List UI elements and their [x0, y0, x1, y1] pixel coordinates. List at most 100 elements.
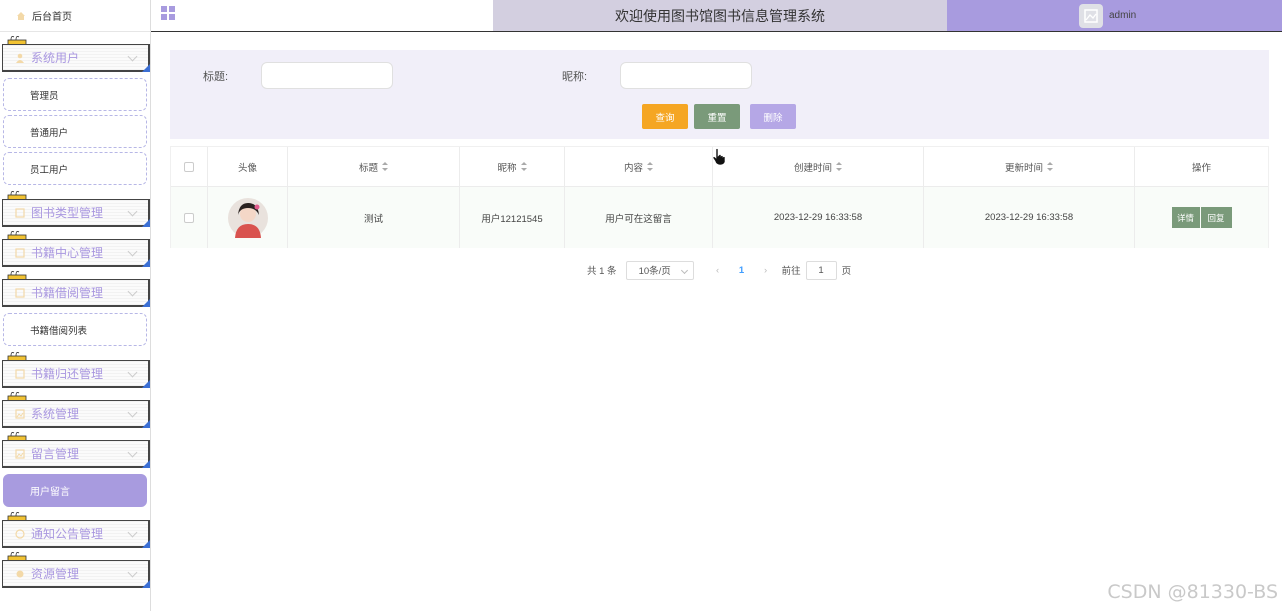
- column-header-content[interactable]: 内容: [565, 147, 713, 186]
- sort-icon[interactable]: [1047, 162, 1053, 171]
- cell-content: 用户可在这留言: [565, 187, 713, 248]
- sidebar-home-label: 后台首页: [32, 12, 72, 23]
- reply-button[interactable]: 回复: [1200, 207, 1232, 228]
- goto-suffix: 页: [841, 266, 852, 277]
- page-fold-icon: [142, 299, 150, 307]
- title-input[interactable]: [261, 62, 393, 89]
- reset-button[interactable]: 重置: [694, 104, 740, 129]
- sidebar-item-normal-users[interactable]: 普通用户: [3, 115, 147, 148]
- query-button[interactable]: 查询: [642, 104, 688, 129]
- select-all-cell: [171, 147, 208, 186]
- sort-icon[interactable]: [520, 162, 527, 171]
- current-page[interactable]: 1: [732, 265, 752, 276]
- sidebar-item-label: 书籍借阅列表: [30, 325, 88, 337]
- sidebar-item-label: 用户留言: [30, 487, 70, 498]
- chevron-down-icon: [127, 286, 138, 297]
- user-menu[interactable]: admin: [947, 0, 1282, 31]
- sidebar-item-label: 员工用户: [30, 164, 69, 176]
- menu-messages[interactable]: 留言管理: [2, 440, 150, 468]
- chevron-down-icon: [127, 246, 138, 257]
- book-icon: [15, 287, 25, 298]
- book-icon: [15, 247, 25, 258]
- row-checkbox[interactable]: [184, 212, 194, 223]
- goto-page-input[interactable]: 1: [805, 260, 837, 280]
- column-header-created[interactable]: 创建时间: [713, 147, 924, 186]
- sort-icon[interactable]: [382, 162, 388, 171]
- select-all-checkbox[interactable]: [184, 161, 194, 172]
- column-header-avatar: 头像: [208, 147, 288, 186]
- menu-system-users[interactable]: 系统用户: [2, 44, 150, 72]
- book-icon: [15, 368, 25, 379]
- search-panel: 标题: 昵称: 查询 重置 删除: [170, 50, 1269, 139]
- nickname-label: 昵称:: [562, 71, 588, 83]
- column-header-label: 头像: [237, 162, 257, 174]
- menu-book-center[interactable]: 书籍中心管理: [2, 239, 150, 267]
- chevron-down-icon: [127, 527, 138, 538]
- book-icon: [15, 207, 25, 218]
- column-header-label: 昵称: [497, 162, 517, 174]
- user-icon: [16, 53, 24, 63]
- cell-created: 2023-12-29 16:33:58: [713, 187, 924, 248]
- page-fold-icon: [142, 540, 150, 548]
- page-fold-icon: [142, 460, 150, 468]
- chevron-down-icon: [127, 447, 138, 458]
- menu-book-types[interactable]: 图书类型管理: [2, 199, 150, 227]
- image-icon: [15, 448, 25, 459]
- menu-resources[interactable]: 资源管理: [2, 560, 150, 588]
- menu-label: 系统管理: [31, 407, 80, 421]
- column-header-label: 标题: [358, 162, 378, 174]
- sort-icon[interactable]: [836, 162, 842, 171]
- chevron-down-icon: [127, 567, 138, 578]
- chevron-down-icon: [127, 51, 138, 62]
- chevron-down-icon: [127, 367, 138, 378]
- pagination: 共 1 条 10条/页 ‹ 1 › 前往 1 页: [587, 260, 851, 280]
- menu-label: 书籍归还管理: [31, 367, 104, 381]
- goto-prefix: 前往: [781, 266, 801, 277]
- page-fold-icon: [142, 259, 150, 267]
- hand-cursor-icon: [712, 148, 726, 166]
- column-header-updated[interactable]: 更新时间: [924, 147, 1135, 186]
- page-fold-icon: [142, 420, 150, 428]
- sort-icon[interactable]: [647, 162, 653, 171]
- detail-button[interactable]: 详情: [1171, 207, 1200, 228]
- actions-cell: 详情 回复: [1135, 187, 1268, 248]
- page-title-text: 欢迎使用图书馆图书信息管理系统: [615, 7, 825, 24]
- menu-system-management[interactable]: 系统管理: [2, 400, 150, 428]
- avatar[interactable]: [1079, 3, 1103, 28]
- menu-book-borrow[interactable]: 书籍借阅管理: [2, 279, 150, 307]
- cell-title: 测试: [288, 187, 460, 248]
- column-header-title[interactable]: 标题: [288, 147, 460, 186]
- next-page-icon[interactable]: ›: [752, 265, 780, 276]
- sidebar-item-borrow-list[interactable]: 书籍借阅列表: [3, 313, 147, 346]
- cell-updated: 2023-12-29 16:33:58: [924, 187, 1135, 248]
- gear-icon: [16, 570, 24, 577]
- sidebar-item-user-messages[interactable]: 用户留言: [3, 474, 147, 507]
- nickname-input[interactable]: [620, 62, 752, 89]
- column-header-nickname[interactable]: 昵称: [460, 147, 565, 186]
- chevron-down-icon: [127, 206, 138, 217]
- menu-label: 书籍借阅管理: [31, 286, 104, 300]
- page-size-select[interactable]: 10条/页: [625, 260, 694, 280]
- menu-book-return[interactable]: 书籍归还管理: [2, 360, 150, 388]
- page-fold-icon: [142, 219, 150, 227]
- page-fold-icon: [142, 380, 150, 388]
- pagination-total: 共 1 条: [587, 266, 617, 277]
- menu-label: 系统用户: [31, 51, 80, 65]
- delete-button[interactable]: 删除: [750, 104, 796, 129]
- sidebar-home[interactable]: 后台首页: [0, 0, 151, 32]
- sidebar-item-staff-users[interactable]: 员工用户: [3, 152, 147, 185]
- sidebar-item-label: 普通用户: [30, 127, 69, 139]
- prev-page-icon[interactable]: ‹: [704, 265, 732, 276]
- column-header-actions: 操作: [1135, 147, 1268, 186]
- top-header: 欢迎使用图书馆图书信息管理系统 admin: [151, 0, 1282, 32]
- sidebar-item-admin[interactable]: 管理员: [3, 78, 147, 111]
- chevron-down-icon: [680, 266, 688, 274]
- menu-notices[interactable]: 通知公告管理: [2, 520, 150, 548]
- menu-label: 通知公告管理: [31, 527, 104, 541]
- sidebar-item-label: 管理员: [30, 90, 59, 102]
- menu-toggle-icon[interactable]: [161, 6, 175, 20]
- sidebar: 后台首页 系统用户 管理员 普通用户 员工用户 图书类型管理 书籍中心管理 书籍…: [0, 0, 151, 611]
- menu-label: 资源管理: [31, 567, 80, 581]
- column-header-label: 操作: [1191, 162, 1211, 174]
- menu-label: 书籍中心管理: [31, 246, 104, 260]
